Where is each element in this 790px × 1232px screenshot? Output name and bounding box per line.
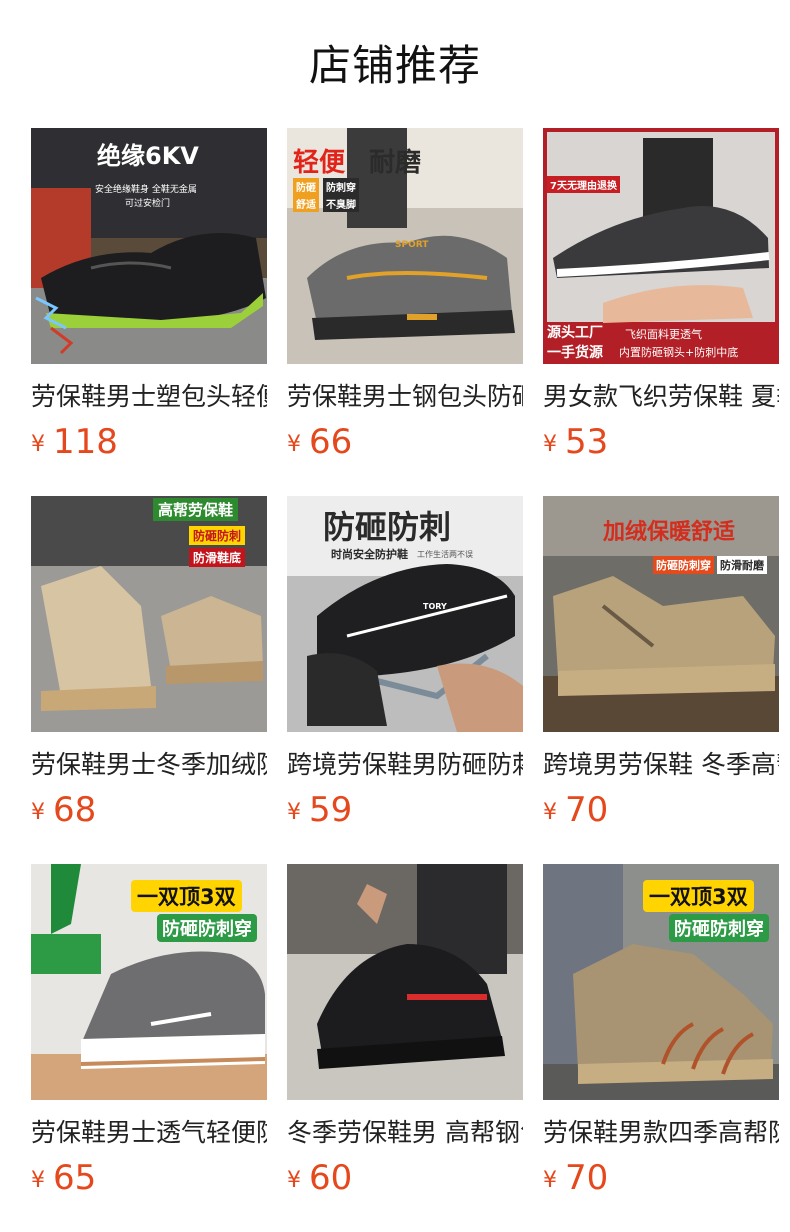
product-card[interactable]: 加绒保暖舒适 防砸防刺穿 防滑耐磨 跨境男劳保鞋 冬季高帮 ¥70 [543, 496, 779, 832]
image-label: 可过安检门 [125, 199, 171, 209]
image-label: TORY [423, 602, 447, 611]
price-value: 59 [309, 790, 353, 830]
image-label: 轻便 [293, 148, 346, 178]
image-label: 绝缘6KV [97, 142, 199, 170]
image-label: 一手货源 [547, 345, 603, 361]
product-price: ¥66 [287, 420, 523, 464]
price-value: 65 [53, 1158, 97, 1198]
currency-symbol: ¥ [31, 1168, 45, 1193]
image-label: 耐磨 [369, 148, 422, 178]
product-image[interactable]: 轻便 耐磨 防砸 防刺穿 舒适 不臭脚 SPORT [287, 128, 523, 364]
image-label: 内置防砸钢头+防刺中底 [619, 346, 739, 359]
image-label: 源头工厂 [547, 325, 603, 341]
currency-symbol: ¥ [287, 1168, 301, 1193]
image-label: 一双顶3双 [643, 880, 754, 912]
product-name[interactable]: 跨境男劳保鞋 冬季高帮 [543, 748, 779, 782]
image-label: 防砸 [293, 178, 319, 195]
image-label: 工作生活两不误 [417, 550, 473, 559]
product-name[interactable]: 男女款飞织劳保鞋 夏季 [543, 380, 779, 414]
currency-symbol: ¥ [543, 1168, 557, 1193]
image-label: 防砸防刺 [323, 508, 452, 546]
product-image[interactable]: 绝缘6KV 安全绝缘鞋身 全鞋无金属 可过安检门 [31, 128, 267, 364]
product-card[interactable]: 冬季劳保鞋男 高帮钢包头 ¥60 [287, 864, 523, 1200]
price-value: 70 [565, 1158, 609, 1198]
product-image[interactable]: 防砸防刺 时尚安全防护鞋 工作生活两不误 TORY [287, 496, 523, 732]
image-label: 一双顶3双 [131, 880, 242, 912]
product-card[interactable]: 一双顶3双 防砸防刺穿 劳保鞋男士透气轻便防砸 ¥65 [31, 864, 267, 1200]
product-price: ¥53 [543, 420, 779, 464]
image-label: 安全绝缘鞋身 全鞋无金属 [95, 185, 197, 195]
product-image[interactable]: 高帮劳保鞋 防砸防刺 防滑鞋底 [31, 496, 267, 732]
image-label: 飞织面料更透气 [625, 328, 702, 341]
image-label: 加绒保暖舒适 [603, 520, 736, 545]
price-value: 70 [565, 790, 609, 830]
currency-symbol: ¥ [287, 432, 301, 457]
image-label: 防砸防刺穿 [653, 556, 714, 574]
product-image[interactable]: 7天无理由退换 源头工厂 一手货源 飞织面料更透气 内置防砸钢头+防刺中底 [543, 128, 779, 364]
image-label: 不臭脚 [323, 195, 359, 212]
product-grid: 绝缘6KV 安全绝缘鞋身 全鞋无金属 可过安检门 劳保鞋男士塑包头轻便 ¥118… [31, 128, 779, 1200]
product-card[interactable]: 轻便 耐磨 防砸 防刺穿 舒适 不臭脚 SPORT 劳保鞋男士钢包头防砸 ¥66 [287, 128, 523, 464]
product-name[interactable]: 劳保鞋男士冬季加绒防砸 [31, 748, 267, 782]
price-value: 118 [53, 422, 118, 462]
currency-symbol: ¥ [31, 432, 45, 457]
product-name[interactable]: 劳保鞋男士透气轻便防砸 [31, 1116, 267, 1150]
product-card[interactable]: 一双顶3双 防砸防刺穿 劳保鞋男款四季高帮防砸 ¥70 [543, 864, 779, 1200]
image-label: 高帮劳保鞋 [153, 498, 239, 521]
image-label: 防砸防刺穿 [669, 914, 769, 942]
product-image[interactable]: 一双顶3双 防砸防刺穿 [543, 864, 779, 1100]
currency-symbol: ¥ [31, 800, 45, 825]
image-label: SPORT [395, 240, 429, 250]
product-name[interactable]: 劳保鞋男士钢包头防砸 [287, 380, 523, 414]
product-card[interactable]: 高帮劳保鞋 防砸防刺 防滑鞋底 劳保鞋男士冬季加绒防砸 ¥68 [31, 496, 267, 832]
product-price: ¥70 [543, 1156, 779, 1200]
image-label: 防砸防刺 [189, 526, 246, 545]
price-value: 66 [309, 422, 353, 462]
product-price: ¥60 [287, 1156, 523, 1200]
product-image[interactable] [287, 864, 523, 1100]
product-card[interactable]: 7天无理由退换 源头工厂 一手货源 飞织面料更透气 内置防砸钢头+防刺中底 男女… [543, 128, 779, 464]
product-price: ¥68 [31, 788, 267, 832]
currency-symbol: ¥ [543, 800, 557, 825]
page-title: 店铺推荐 [308, 41, 481, 90]
product-price: ¥70 [543, 788, 779, 832]
product-card[interactable]: 防砸防刺 时尚安全防护鞋 工作生活两不误 TORY 跨境劳保鞋男防砸防刺 ¥59 [287, 496, 523, 832]
product-photo [287, 864, 523, 1100]
image-label: 防滑鞋底 [189, 548, 246, 567]
image-label: 舒适 [293, 195, 319, 212]
image-label: 防刺穿 [323, 178, 359, 195]
product-price: ¥59 [287, 788, 523, 832]
product-image[interactable]: 加绒保暖舒适 防砸防刺穿 防滑耐磨 [543, 496, 779, 732]
image-label: 防砸防刺穿 [157, 914, 257, 942]
image-label: 时尚安全防护鞋 [331, 548, 408, 561]
price-value: 60 [309, 1158, 353, 1198]
currency-symbol: ¥ [543, 432, 557, 457]
currency-symbol: ¥ [287, 800, 301, 825]
product-name[interactable]: 劳保鞋男士塑包头轻便 [31, 380, 267, 414]
product-name[interactable]: 冬季劳保鞋男 高帮钢包头 [287, 1116, 523, 1150]
product-image[interactable]: 一双顶3双 防砸防刺穿 [31, 864, 267, 1100]
product-card[interactable]: 绝缘6KV 安全绝缘鞋身 全鞋无金属 可过安检门 劳保鞋男士塑包头轻便 ¥118 [31, 128, 267, 464]
product-name[interactable]: 劳保鞋男款四季高帮防砸 [543, 1116, 779, 1150]
image-label: 防滑耐磨 [717, 556, 767, 574]
price-value: 68 [53, 790, 97, 830]
product-price: ¥65 [31, 1156, 267, 1200]
price-value: 53 [565, 422, 609, 462]
product-price: ¥118 [31, 420, 267, 464]
image-label: 7天无理由退换 [547, 176, 620, 193]
product-name[interactable]: 跨境劳保鞋男防砸防刺 [287, 748, 523, 782]
